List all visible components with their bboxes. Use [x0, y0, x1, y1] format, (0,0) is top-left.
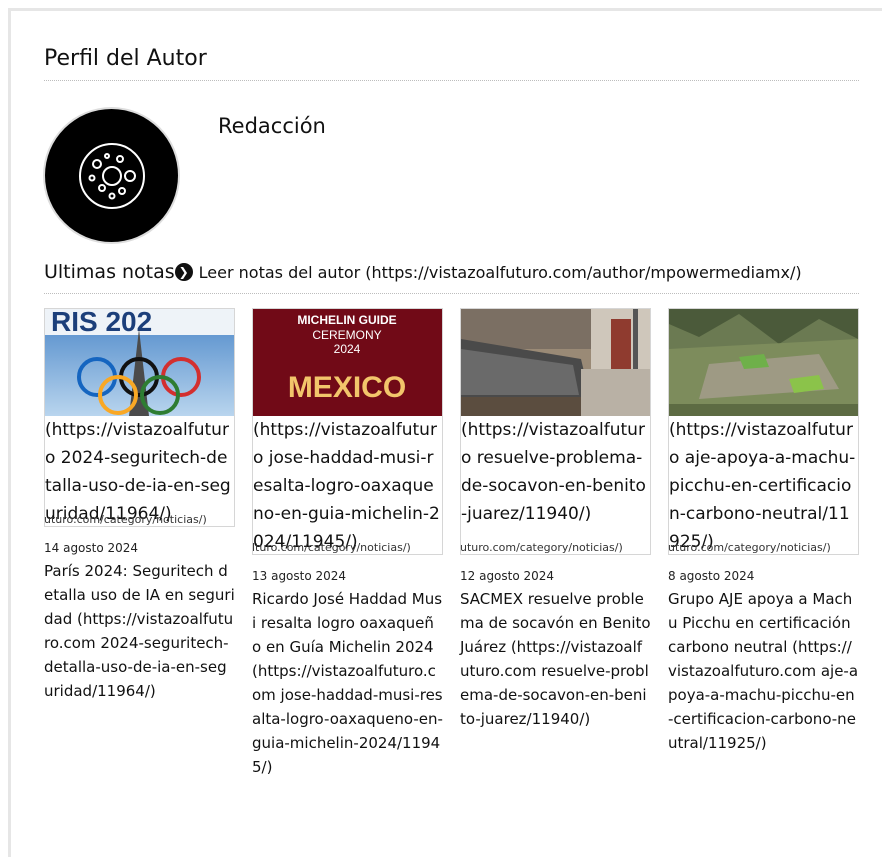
svg-text:2024: 2024 — [334, 342, 361, 356]
note-card[interactable]: MICHELIN GUIDE CEREMONY 2024 MEXICO (htt… — [252, 308, 443, 779]
note-url-overlay: (https://vistazoalfuturo aje-apoya-a-mac… — [669, 420, 856, 552]
note-card[interactable]: (https://vistazoalfuturo aje-apoya-a-mac… — [668, 308, 859, 755]
author-name: Redacción — [218, 114, 326, 138]
note-title-link[interactable]: Ricardo José Haddad Musi resalta logro o… — [252, 587, 443, 779]
read-author-notes-label: Leer notas del autor (https://vistazoalf… — [198, 262, 802, 282]
note-date: 13 agosto 2024 — [252, 569, 347, 583]
latest-notes-header: Ultimas notas ❯ Leer notas del autor (ht… — [44, 261, 859, 283]
note-date: 8 agosto 2024 — [668, 569, 755, 583]
svg-text:RIS 202: RIS 202 — [51, 309, 152, 337]
circle-chevron-right-icon: ❯ — [174, 263, 193, 281]
note-title-link[interactable]: Grupo AJE apoya a Machu Picchu en certif… — [668, 587, 859, 755]
svg-text:CEREMONY: CEREMONY — [312, 328, 381, 342]
note-date: 12 agosto 2024 — [460, 569, 555, 583]
category-link[interactable]: uturo.com/category/noticias/) — [668, 541, 859, 555]
divider-profile — [44, 80, 859, 81]
note-thumbnail-link[interactable]: (https://vistazoalfuturo resuelve-proble… — [460, 308, 651, 555]
note-title-link[interactable]: París 2024: Seguritech detalla uso de IA… — [44, 559, 235, 703]
note-title-link[interactable]: SACMEX resuelve problema de socavón en B… — [460, 587, 651, 731]
category-link[interactable]: lturo.com/category/noticias/) — [252, 541, 443, 555]
category-link[interactable]: uturo.com/category/noticias/) — [44, 513, 235, 527]
author-avatar — [45, 109, 178, 242]
note-thumbnail-machu-picchu — [669, 309, 858, 416]
note-date: 14 agosto 2024 — [44, 541, 139, 555]
note-thumbnail-link[interactable]: (https://vistazoalfuturo aje-apoya-a-mac… — [668, 308, 859, 555]
planet-circles-icon — [78, 142, 145, 209]
note-thumbnail-michelin: MICHELIN GUIDE CEREMONY 2024 MEXICO — [253, 309, 442, 416]
read-author-notes-link[interactable]: ❯ Leer notas del autor (https://vistazoa… — [174, 262, 802, 282]
svg-text:MICHELIN GUIDE: MICHELIN GUIDE — [297, 313, 396, 327]
note-url-overlay: (https://vistazoalfuturo 2024-seguritech… — [45, 420, 231, 524]
note-thumbnail-olympics: RIS 202 — [45, 309, 234, 416]
note-thumbnail-excavator — [461, 309, 650, 416]
note-url-overlay: (https://vistazoalfuturo jose-haddad-mus… — [253, 420, 440, 552]
note-thumbnail-link[interactable]: RIS 202 (https://vistazoalfuturo 2024-se… — [44, 308, 235, 527]
note-card[interactable]: RIS 202 (https://vistazoalfuturo 2024-se… — [44, 308, 235, 703]
section-title-profile: Perfil del Autor — [44, 46, 207, 71]
category-link[interactable]: uturo.com/category/noticias/) — [460, 541, 651, 555]
divider-notes — [44, 293, 859, 294]
svg-text:MEXICO: MEXICO — [288, 371, 406, 404]
note-thumbnail-link[interactable]: MICHELIN GUIDE CEREMONY 2024 MEXICO (htt… — [252, 308, 443, 555]
section-title-latest-notes: Ultimas notas — [44, 261, 175, 283]
note-card[interactable]: (https://vistazoalfuturo resuelve-proble… — [460, 308, 651, 731]
note-url-overlay: (https://vistazoalfuturo resuelve-proble… — [461, 420, 646, 524]
